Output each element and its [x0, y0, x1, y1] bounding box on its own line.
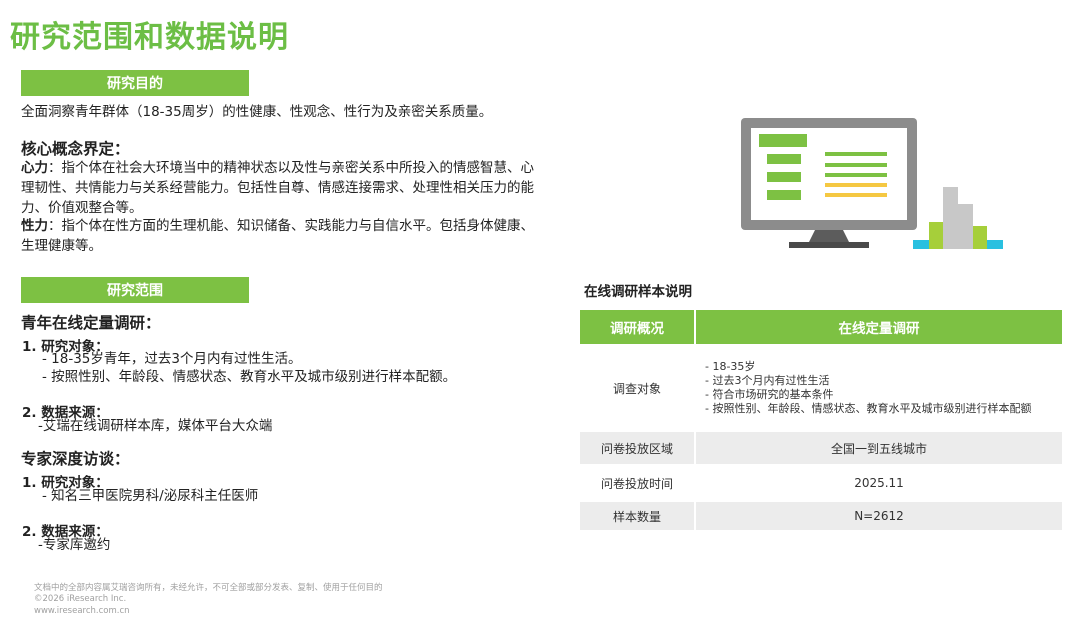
- scope-heading-bar: 研究范围: [21, 277, 249, 303]
- expert-interview-title: 专家深度访谈：: [21, 450, 130, 468]
- purpose-heading-bar: 研究目的: [21, 70, 249, 96]
- concept-xinli-label: 心力: [21, 160, 48, 176]
- concept-xingli: 性力：指个体在性方面的生理机能、知识储备、实践能力与自信水平。包括身体健康、生理…: [21, 216, 546, 256]
- purpose-text: 全面洞察青年群体（18-35周岁）的性健康、性观念、性行为及亲密关系质量。: [21, 104, 493, 120]
- target-item: - 符合市场研究的基本条件: [705, 388, 834, 401]
- concept-xingli-label: 性力: [21, 218, 48, 234]
- table-header-overview: 调研概况: [580, 310, 696, 344]
- target-item: - 18-35岁: [705, 360, 756, 373]
- table-row: 样本数量 N=2612: [580, 502, 1062, 530]
- row-label-time: 问卷投放时间: [580, 467, 696, 499]
- table-header-online: 在线定量调研: [696, 310, 1062, 344]
- online-survey-title: 青年在线定量调研：: [21, 314, 161, 332]
- table-row: 问卷投放区域 全国一到五线城市: [580, 432, 1062, 464]
- expert-source: -专家库邀约: [38, 537, 111, 553]
- online-source: -艾瑞在线调研样本库，媒体平台大众端: [38, 418, 273, 434]
- table-header-row: 调研概况 在线定量调研: [580, 310, 1062, 344]
- target-item: - 过去3个月内有过性生活: [705, 374, 830, 387]
- row-value-time: 2025.11: [854, 476, 904, 490]
- table-row: 问卷投放时间 2025.11: [580, 467, 1062, 499]
- concept-xingli-text: ：指个体在性方面的生理机能、知识储备、实践能力与自信水平。包括身体健康、生理健康…: [21, 218, 534, 254]
- sample-table: 调研概况 在线定量调研 调查对象 - 18-35岁 - 过去3个月内有过性生活 …: [580, 307, 1062, 533]
- monitor-chart-icon: [741, 118, 1003, 249]
- concept-xinli-text: ：指个体在社会大环境当中的精神状态以及性与亲密关系中所投入的情感智慧、心理韧性、…: [21, 160, 534, 216]
- concepts-heading: 核心概念界定：: [21, 140, 130, 158]
- row-value-region: 全国一到五线城市: [696, 432, 1062, 464]
- footer-website: www.iresearch.com.cn: [34, 606, 130, 616]
- table-caption: 在线调研样本说明: [584, 284, 692, 300]
- row-value-targets: - 18-35岁 - 过去3个月内有过性生活 - 符合市场研究的基本条件 - 按…: [696, 347, 1062, 429]
- table-row: 调查对象 - 18-35岁 - 过去3个月内有过性生活 - 符合市场研究的基本条…: [580, 347, 1062, 429]
- page-title: 研究范围和数据说明: [10, 20, 289, 55]
- row-label-sample-size: 样本数量: [580, 502, 696, 530]
- footer-copyright-notice: 文档中的全部内容属艾瑞咨询所有，未经允许，不可全部或部分发表、复制、使用于任何目…: [34, 583, 383, 593]
- footer-copyright: ©2026 iResearch Inc.: [34, 594, 127, 604]
- target-item: - 按照性别、年龄段、情感状态、教育水平及城市级别进行样本配额: [705, 402, 1032, 415]
- concept-xinli: 心力：指个体在社会大环境当中的精神状态以及性与亲密关系中所投入的情感智慧、心理韧…: [21, 158, 546, 218]
- expert-object-1: - 知名三甲医院男科/泌尿科主任医师: [42, 488, 259, 504]
- row-label-region: 问卷投放区域: [580, 432, 696, 464]
- row-label-targets: 调查对象: [580, 347, 696, 429]
- row-value-sample-size: N=2612: [696, 502, 1062, 530]
- online-object-1: - 18-35岁青年，过去3个月内有过性生活。: [42, 351, 302, 367]
- online-object-2: - 按照性别、年龄段、情感状态、教育水平及城市级别进行样本配额。: [42, 369, 457, 385]
